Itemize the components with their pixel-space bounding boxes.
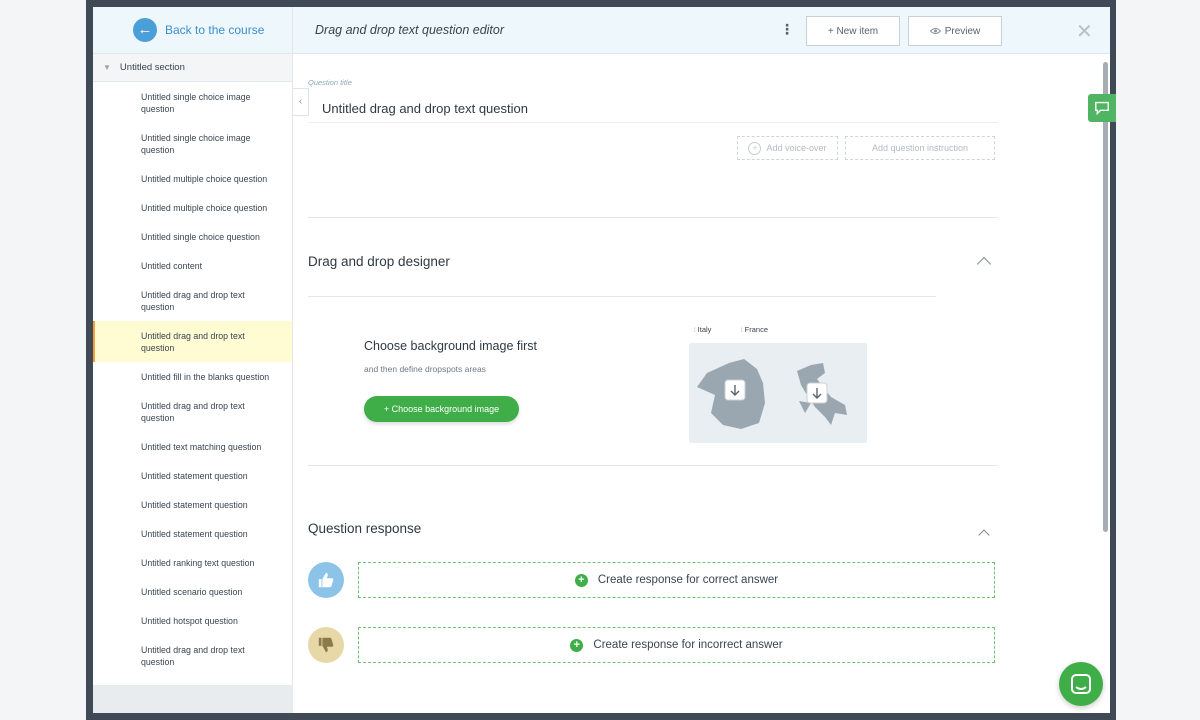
designer-section-title: Drag and drop designer [308,254,450,269]
sidebar-item-label: Untitled single choice image question [141,132,251,155]
sidebar-item[interactable]: Untitled drag and drop text question [93,391,292,432]
new-item-button[interactable]: + New item [806,16,900,46]
sidebar-item-label: Untitled content [141,260,203,271]
sidebar-item-label: Untitled drag and drop text question [141,400,245,423]
title-underline [308,122,998,123]
close-icon[interactable]: ✕ [1076,19,1093,44]
arrow-left-icon: ← [133,18,157,42]
editor-main: ‹ Question title Untitled drag and drop … [293,54,1110,713]
caret-down-icon: ▼ [103,63,111,72]
drag-handle-icon: ⁞ [694,328,696,334]
voice-over-label: Add voice-over [766,143,827,153]
chip-france: ⁞ France [738,324,772,335]
divider [308,217,998,218]
sidebar-item-label: Untitled ranking text question [141,557,255,568]
sidebar-item[interactable]: Untitled fill in the blanks question [93,362,292,391]
sidebar-item-label: Untitled text matching question [141,441,262,452]
sidebar-item[interactable]: Untitled single choice image question [93,82,292,123]
sidebar-item[interactable]: Untitled single choice image question [93,123,292,164]
chip-label: Italy [697,325,712,334]
example-map-illustration [689,343,867,443]
sidebar-item-label: Untitled scenario question [141,586,243,597]
sidebar-item[interactable]: Untitled statement question [93,519,292,548]
sidebar-item[interactable]: Untitled statement question [93,461,292,490]
plus-icon: + [570,638,584,652]
sidebar-item-label: Untitled drag and drop text question [141,644,245,667]
sidebar-item[interactable]: Untitled ranking text question [93,548,292,577]
chat-bubble-icon[interactable] [1088,94,1116,122]
item-list: Untitled single choice image question Unt… [93,82,292,676]
section-toggle[interactable]: ▼ Untitled section [93,54,292,82]
editor-header: Drag and drop text question editor ⋮ + N… [293,7,1110,54]
europe-map-image [697,359,847,429]
incorrect-response-label: Create response for incorrect answer [593,639,783,651]
add-instruction-button[interactable]: Add question instruction [845,136,995,160]
main-scrollbar[interactable] [1103,62,1108,532]
sidebar-item[interactable]: Untitled drag and drop text question [93,280,292,321]
sidebar-item[interactable]: Untitled drag and drop text question [93,321,292,362]
sidebar-footer [93,685,293,713]
sidebar-item[interactable]: Untitled multiple choice question [93,193,292,222]
sidebar-item[interactable]: Untitled multiple choice question [93,164,292,193]
empty-state-subtitle: and then define dropspots areas [364,364,486,374]
eye-icon [929,28,941,34]
sidebar-item-label: Untitled statement question [141,470,248,481]
empty-state-title: Choose background image first [364,339,538,353]
support-chat-icon[interactable] [1059,662,1103,706]
sidebar-item[interactable]: Untitled text matching question [93,432,292,461]
add-voice-over-button[interactable]: + Add voice-over [737,136,838,160]
chip-italy: ⁞ Italy [691,324,715,335]
sidebar-item-label: Untitled multiple choice question [141,202,268,213]
response-section-title: Question response [308,521,422,536]
chevron-up-icon[interactable] [978,529,990,541]
sidebar-item-label: Untitled single choice question [141,231,260,242]
sidebar-item[interactable]: Untitled statement question [93,490,292,519]
sidebar-item-label: Untitled drag and drop text question [141,330,245,353]
sidebar-item[interactable]: Untitled drag and drop text question [93,635,292,676]
divider [308,296,936,297]
create-incorrect-response-button[interactable]: + Create response for incorrect answer [358,627,995,663]
divider [308,465,998,466]
sidebar-item[interactable]: Untitled scenario question [93,577,292,606]
plus-icon: + [574,573,588,587]
sidebar-item[interactable]: Untitled hotspot question [93,606,292,635]
thumbs-up-icon [308,562,344,598]
sidebar-item-label: Untitled multiple choice question [141,173,268,184]
chevron-up-icon[interactable] [976,256,992,272]
preview-label: Preview [944,25,981,37]
sidebar-item-label: Untitled statement question [141,499,248,510]
choose-background-button[interactable]: + Choose background image [364,396,519,422]
thumbs-down-icon [308,627,344,663]
back-label: Back to the course [165,23,265,37]
editor-title: Drag and drop text question editor [315,23,505,37]
correct-response-label: Create response for correct answer [597,574,779,586]
sidebar-item[interactable]: Untitled content [93,251,292,280]
question-title-input[interactable]: Untitled drag and drop text question [322,101,528,116]
create-correct-response-button[interactable]: + Create response for correct answer [358,562,995,598]
section-label: Untitled section [119,62,185,73]
course-outline-sidebar: ← Back to the course ▼ Untitled section … [93,7,293,713]
back-to-course-link[interactable]: ← Back to the course [93,7,292,54]
sidebar-item-label: Untitled fill in the blanks question [141,371,270,382]
sidebar-item-label: Untitled hotspot question [141,615,238,626]
sidebar-item-label: Untitled single choice image question [141,91,251,114]
sidebar-item-label: Untitled drag and drop text question [141,289,245,312]
kebab-menu-icon[interactable]: ⋮ [780,21,794,38]
sidebar-item-label: Untitled statement question [141,528,248,539]
chip-label: France [744,325,769,334]
editor-window: ← Back to the course ▼ Untitled section … [93,7,1110,713]
drag-handle-icon: ⁞ [741,328,743,334]
plus-circle-icon: + [748,141,762,155]
sidebar-item[interactable]: Untitled single choice question [93,222,292,251]
collapse-sidebar-button[interactable]: ‹ [293,88,309,116]
preview-button[interactable]: Preview [908,16,1002,46]
question-title-caption: Question title [308,78,352,87]
